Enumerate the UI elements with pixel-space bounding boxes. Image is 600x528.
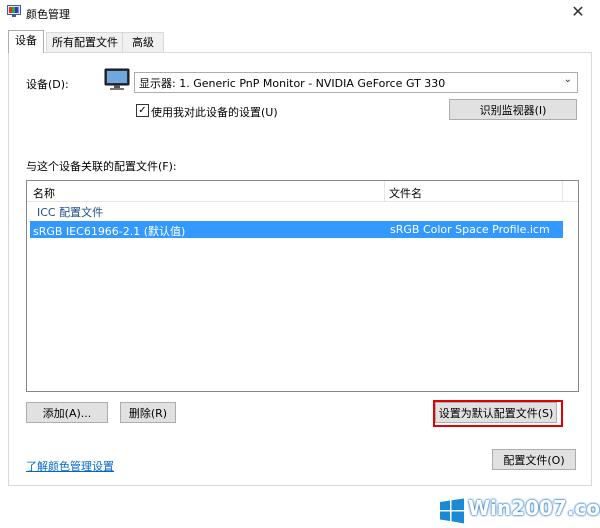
title-bar: 颜色管理 ✕	[0, 0, 600, 26]
device-select[interactable]: 显示器: 1. Generic PnP Monitor - NVIDIA GeF…	[134, 72, 578, 93]
use-my-settings-label: 使用我对此设备的设置(U)	[151, 106, 278, 119]
profile-file: sRGB Color Space Profile.icm	[390, 223, 550, 236]
tab-devices[interactable]: 设备	[8, 30, 44, 53]
list-group-icc[interactable]: ICC 配置文件	[37, 204, 103, 220]
watermark-text: Win2007.com	[468, 496, 600, 520]
highlight-annotation	[433, 400, 563, 427]
column-header-filename[interactable]: 文件名	[389, 185, 422, 201]
profiles-section-label: 与这个设备关联的配置文件(F):	[26, 160, 177, 173]
profiles-button[interactable]: 配置文件(O)	[492, 449, 576, 470]
use-my-settings-checkbox[interactable]: ✓	[136, 104, 149, 117]
window-title: 颜色管理	[26, 8, 70, 21]
windows-logo-icon	[440, 498, 464, 524]
device-label: 设备(D):	[26, 78, 69, 91]
monitor-icon	[104, 68, 130, 90]
checkmark-icon: ✓	[138, 105, 147, 116]
profiles-list[interactable]: 名称 文件名 ICC 配置文件 sRGB IEC61966-2.1 (默认值) …	[26, 180, 579, 392]
watermark: Win2007.com	[438, 494, 600, 528]
color-management-icon	[7, 5, 21, 17]
column-header-name[interactable]: 名称	[33, 185, 55, 201]
learn-more-link[interactable]: 了解颜色管理设置	[26, 458, 114, 474]
list-header: 名称 文件名	[27, 181, 578, 202]
close-button[interactable]: ✕	[556, 0, 600, 26]
tab-all-profiles[interactable]: 所有配置文件	[46, 32, 124, 53]
identify-monitors-button[interactable]: 识别监视器(I)	[449, 99, 577, 120]
close-icon: ✕	[571, 2, 585, 21]
chevron-down-icon: ⌄	[563, 74, 572, 85]
tab-advanced[interactable]: 高级	[122, 32, 164, 53]
remove-button[interactable]: 删除(R)	[120, 402, 176, 423]
list-item-selected[interactable]: sRGB IEC61966-2.1 (默认值) sRGB Color Space…	[30, 221, 563, 238]
device-select-value: 显示器: 1. Generic PnP Monitor - NVIDIA GeF…	[139, 77, 446, 90]
profile-name: sRGB IEC61966-2.1 (默认值)	[33, 225, 186, 238]
add-button[interactable]: 添加(A)...	[26, 402, 108, 423]
